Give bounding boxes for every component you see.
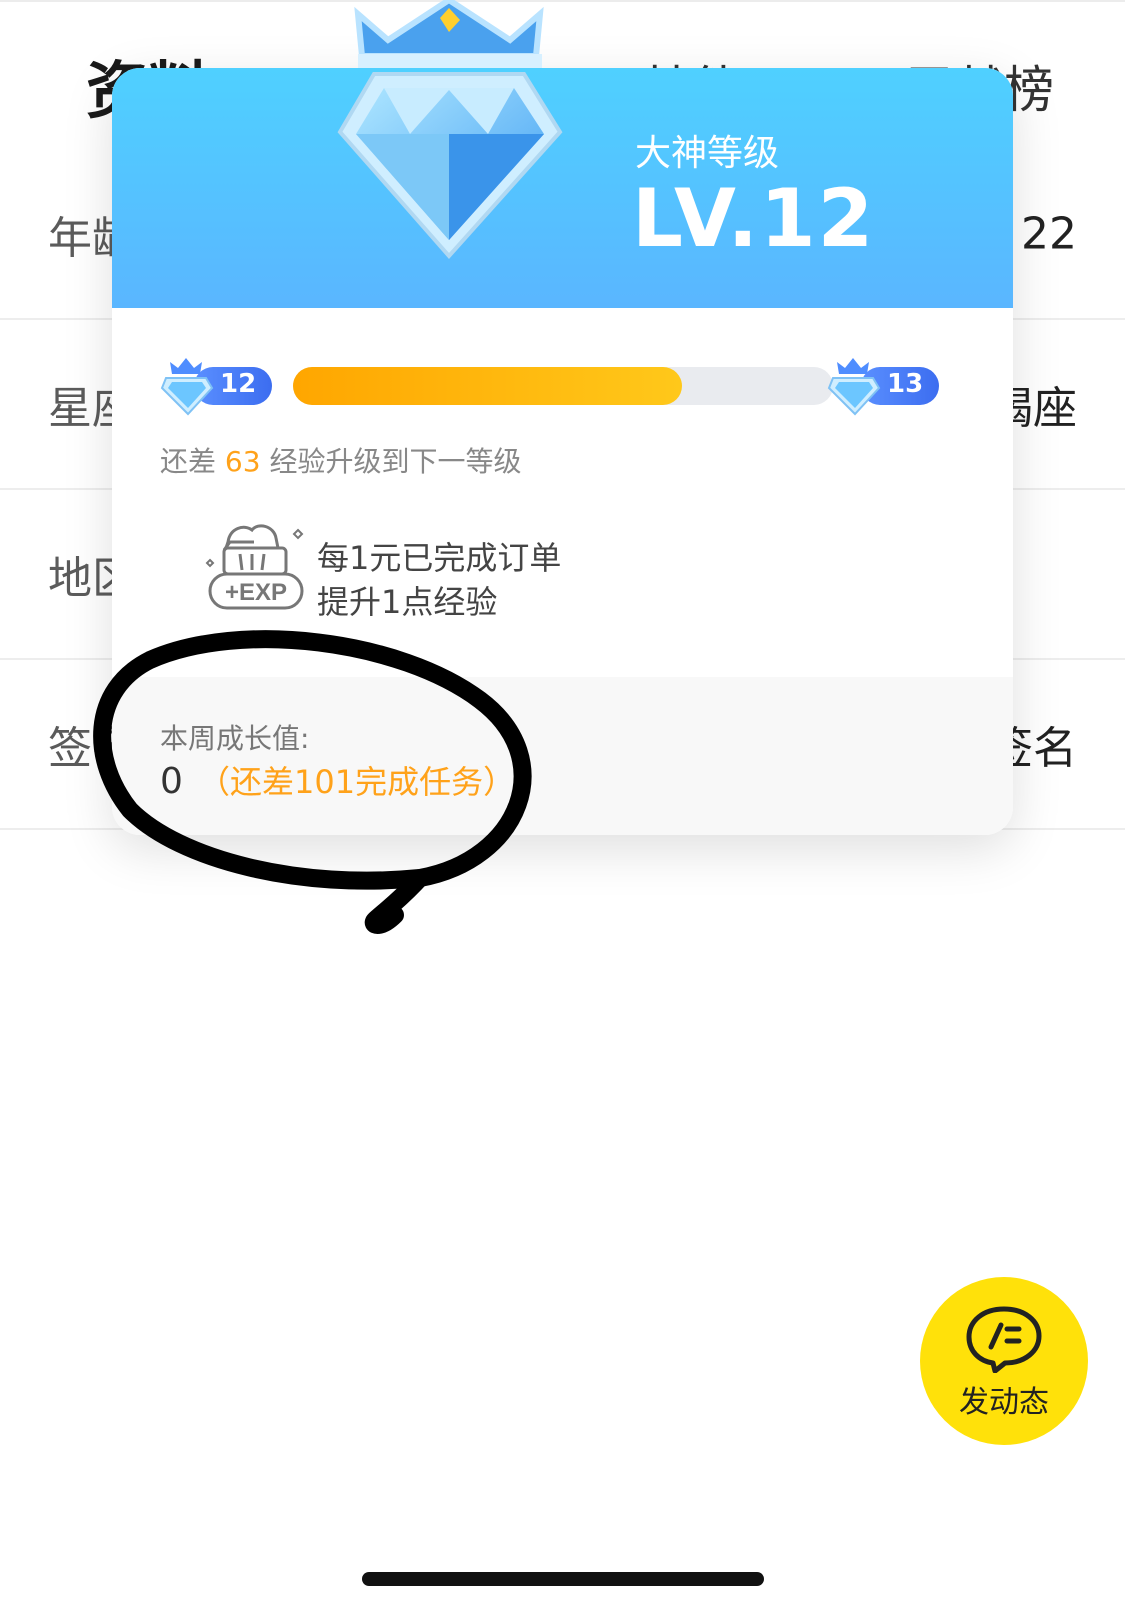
post-moment-button[interactable]: 发动态 [920,1277,1088,1445]
edit-chat-icon [966,1306,1042,1373]
row-value: 22 [1021,208,1077,260]
level-title: 大神等级 [635,133,780,174]
home-indicator[interactable] [362,1572,764,1586]
exp-basket-icon: +EXP [205,524,304,610]
weekly-growth-row: 0 （还差101完成任务） [160,757,515,803]
next-level-number: 13 [887,369,924,399]
next-level-badge: 13 [827,354,939,418]
exp-rule-line2: 提升1点经验 [317,583,498,621]
exp-label: +EXP [225,579,287,606]
current-level-badge: 12 [160,354,272,418]
exp-rule-line1: 每1元已完成订单 [317,539,562,577]
remaining-suffix: 经验升级到下一等级 [269,445,522,478]
weekly-growth-hint[interactable]: （还差101完成任务） [198,763,515,801]
level-progress-bar [293,367,833,405]
weekly-growth-section: 本周成长值: 0 （还差101完成任务） [112,677,1013,835]
diamond-crown-icon [827,358,881,416]
current-level-number: 12 [220,369,257,399]
level-diamond-badge-icon [337,0,563,260]
remaining-amount: 63 [224,445,261,478]
weekly-growth-label: 本周成长值: [160,722,310,755]
diamond-crown-icon [160,358,214,416]
weekly-growth-value: 0 [160,761,183,802]
post-moment-label: 发动态 [959,1385,1049,1420]
remaining-exp-text: 还差 63 经验升级到下一等级 [160,440,521,480]
level-value: LV.12 [632,172,876,265]
level-progress-fill [293,367,682,405]
remaining-prefix: 还差 [160,445,217,478]
exp-rule-text: 每1元已完成订单 提升1点经验 [317,536,561,624]
